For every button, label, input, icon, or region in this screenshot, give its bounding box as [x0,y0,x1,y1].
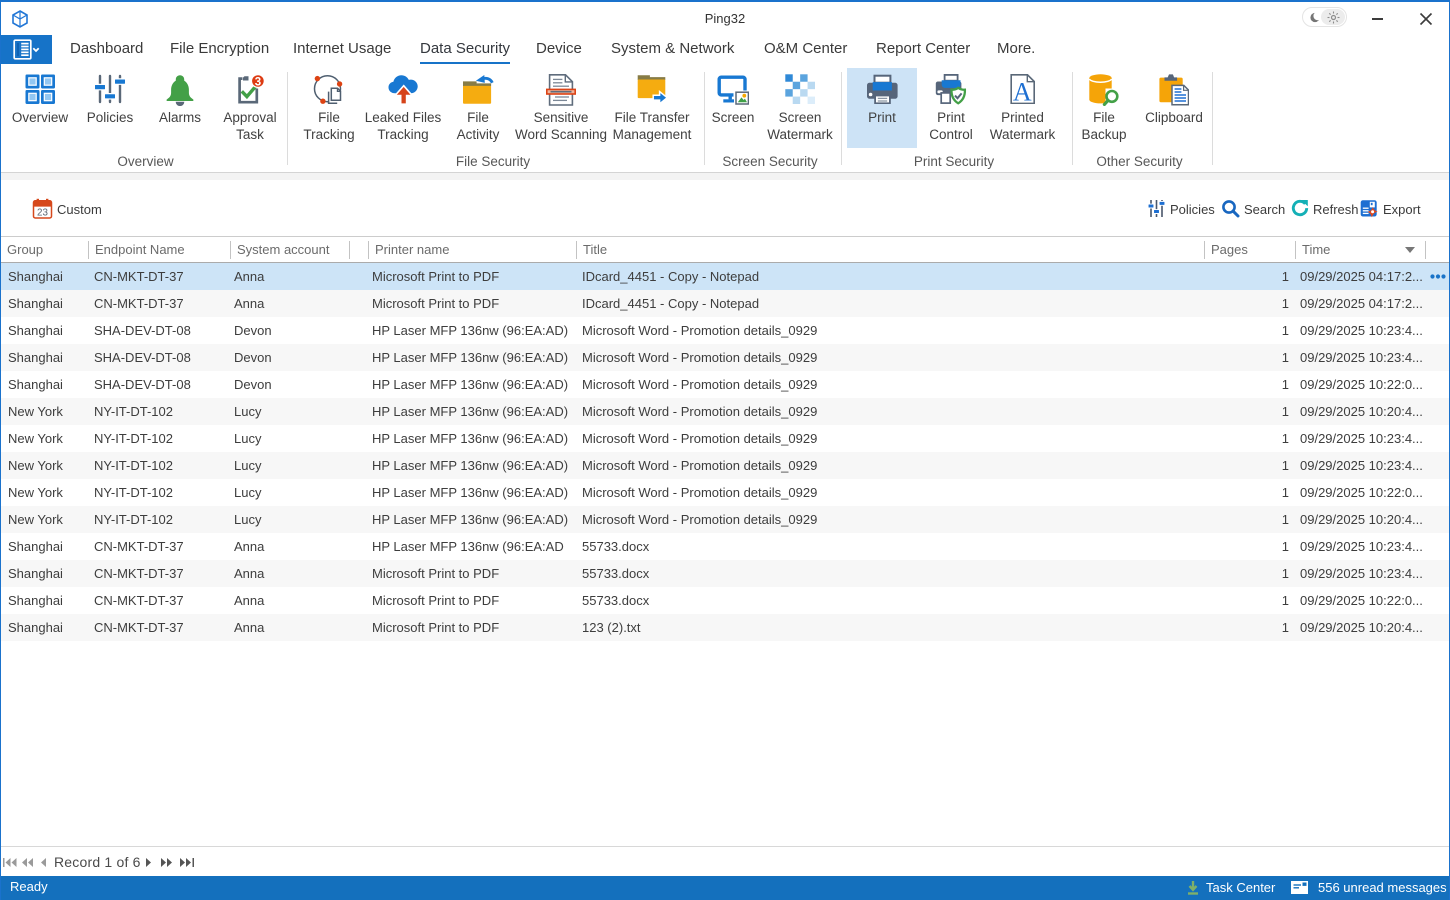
svg-text:23: 23 [37,208,48,219]
svg-text:3: 3 [255,76,261,88]
svg-text:A: A [1012,77,1031,104]
